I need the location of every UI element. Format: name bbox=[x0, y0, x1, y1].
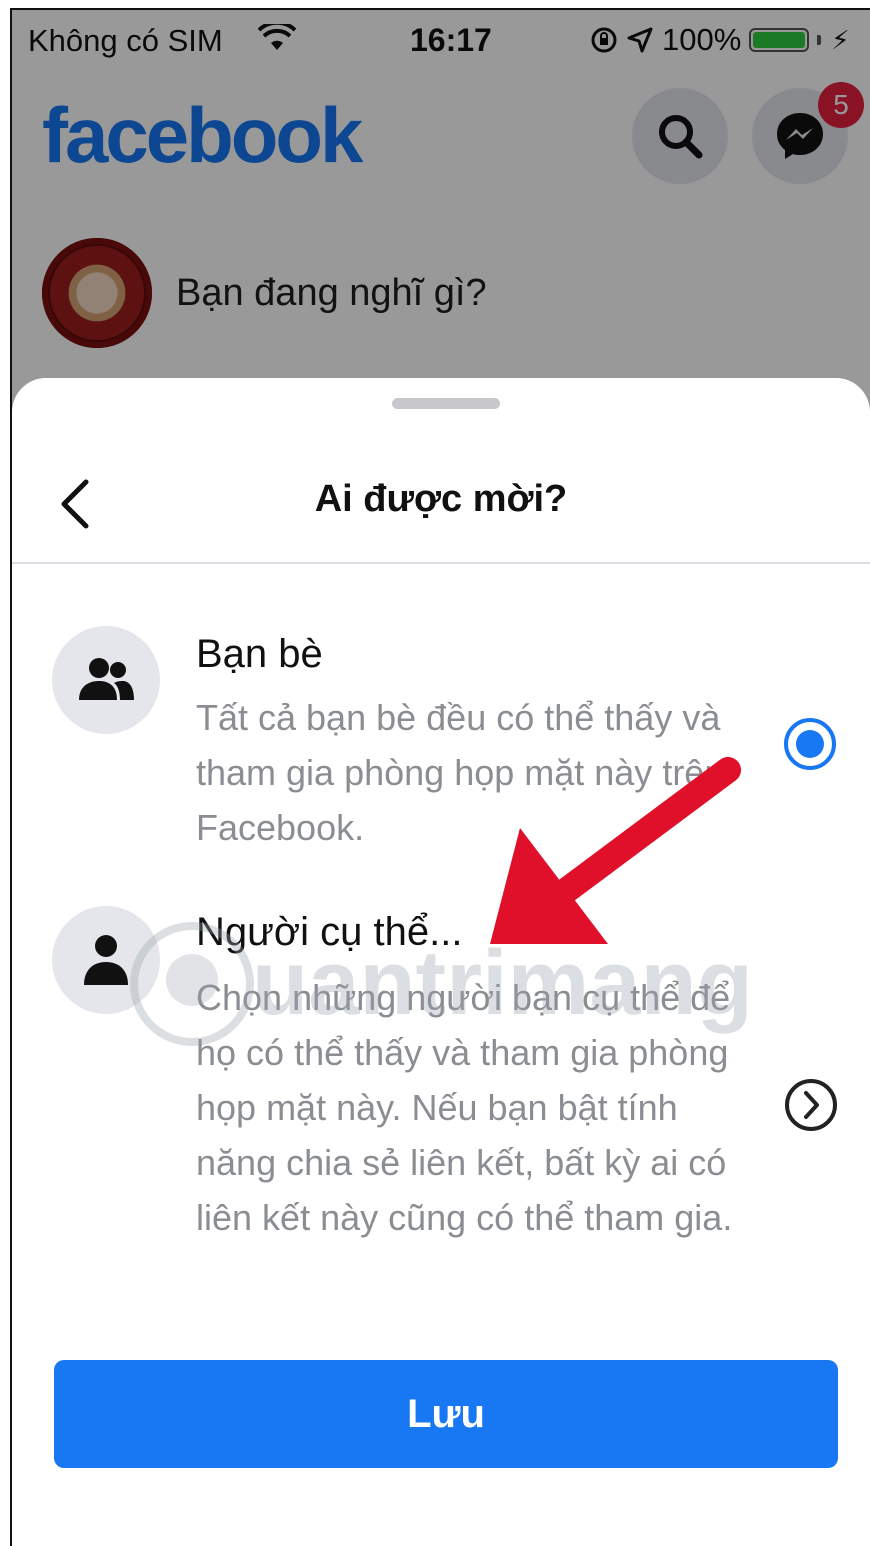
option-specific-title: Người cụ thể... bbox=[196, 910, 463, 954]
person-icon bbox=[84, 935, 128, 985]
news-feed-background: Không có SIM 16:17 100% ⚡ facebook 5 Bạn… bbox=[12, 10, 870, 440]
phone-screen: Không có SIM 16:17 100% ⚡ facebook 5 Bạn… bbox=[10, 8, 870, 1546]
audience-bottom-sheet: Ai được mời? Bạn bè Tất cả bạn bè đều có… bbox=[12, 378, 870, 1546]
option-friends-description: Tất cả bạn bè đều có thể thấy và tham gi… bbox=[196, 697, 725, 848]
header-divider bbox=[12, 562, 870, 564]
sheet-drag-handle[interactable] bbox=[392, 398, 500, 409]
option-friends-icon-circle bbox=[52, 626, 160, 734]
option-specific-icon-circle bbox=[52, 906, 160, 1014]
chevron-right-circle-icon[interactable] bbox=[784, 1078, 838, 1132]
save-button[interactable]: Lưu bbox=[54, 1360, 838, 1468]
radio-dot bbox=[796, 730, 824, 758]
option-specific-description: Chọn những người bạn cụ thể để họ có thể… bbox=[196, 977, 733, 1238]
friends-icon bbox=[79, 658, 134, 700]
dim-overlay[interactable] bbox=[12, 10, 870, 440]
sheet-title: Ai được mời? bbox=[314, 478, 568, 520]
radio-selected-icon[interactable] bbox=[784, 718, 836, 770]
option-friends-title: Bạn bè bbox=[196, 632, 323, 676]
